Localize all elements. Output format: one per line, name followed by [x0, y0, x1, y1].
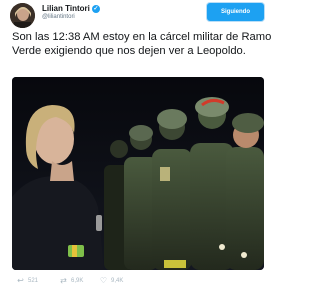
- user-handle[interactable]: @liliantintori: [42, 14, 75, 20]
- reply-count: 521: [28, 277, 39, 284]
- profile-avatar[interactable]: [10, 3, 35, 28]
- retweet-icon: ⇄: [60, 276, 67, 285]
- photo-scene: [12, 77, 264, 270]
- tweet-card: Lilian Tintori ✓ @liliantintori Siguiendo…: [0, 0, 279, 300]
- retweet-count: 6,9K: [71, 277, 84, 284]
- tweet-photo[interactable]: [12, 77, 264, 270]
- following-button[interactable]: Siguiendo: [207, 3, 264, 21]
- retweet-action[interactable]: ⇄ 6,9K: [59, 276, 83, 285]
- heart-icon: ♡: [99, 276, 108, 285]
- verified-badge-icon: ✓: [91, 4, 100, 13]
- avatar-image: [10, 3, 35, 28]
- like-count: 9,4K: [111, 277, 124, 284]
- reply-icon: ↩: [17, 276, 24, 285]
- display-name-text: Lilian Tintori: [42, 4, 90, 13]
- reply-action[interactable]: ↩ 521: [16, 276, 38, 285]
- tweet-actions: ↩ 521 ⇄ 6,9K ♡ 9,4K: [12, 276, 274, 290]
- like-action[interactable]: ♡ 9,4K: [99, 276, 123, 285]
- display-name[interactable]: Lilian Tintori ✓: [42, 4, 100, 13]
- tweet-text: Son las 12:38 AM estoy en la cárcel mili…: [12, 31, 272, 57]
